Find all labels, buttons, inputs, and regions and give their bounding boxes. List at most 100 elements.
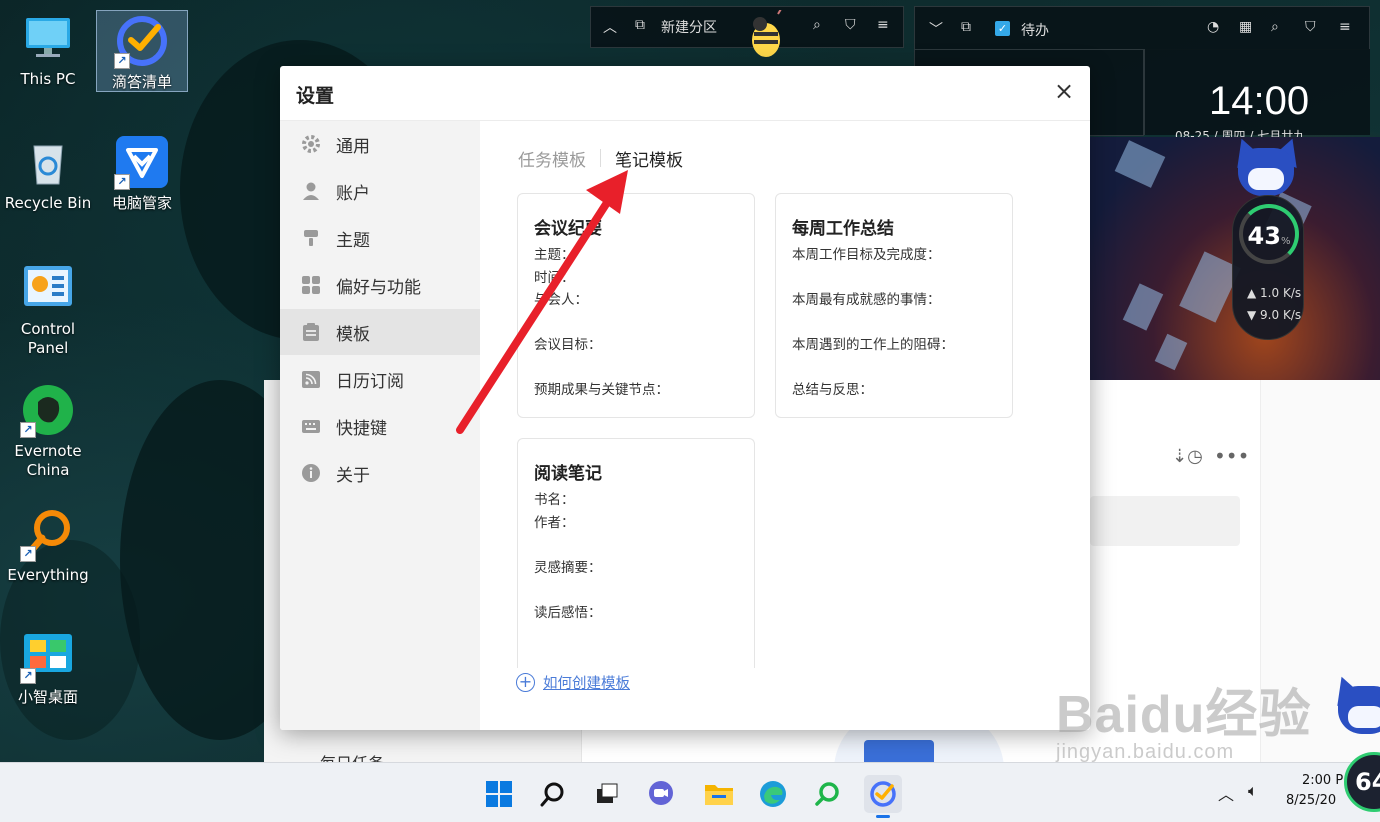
calendar-icon[interactable]: ▦ (1239, 19, 1252, 35)
recycle-bin-icon (22, 136, 74, 188)
nav-item-general[interactable]: 通用 (280, 121, 480, 167)
tray-date[interactable]: 8/25/20 (1286, 793, 1336, 808)
todo-title: 待办 (1021, 23, 1049, 39)
menu-icon[interactable]: ≡ (877, 17, 889, 33)
template-line (792, 267, 954, 290)
start-icon[interactable] (480, 775, 518, 813)
monitor-icon (22, 12, 74, 64)
close-icon[interactable]: × (1052, 79, 1076, 104)
template-line: 灵感摘要： (534, 559, 602, 576)
nav-item-preferences[interactable]: 偏好与功能 (280, 262, 480, 308)
desktop-icon-label: 滴答清单 (111, 73, 172, 91)
desktop-icon-recycle-bin[interactable]: Recycle Bin (2, 132, 94, 213)
clock-time: 14:00 (1209, 79, 1310, 123)
network-speed-widget[interactable]: 43% ▲ 1.0 K/s ▼ 9.0 K/s (1232, 195, 1304, 340)
xiaozhi-desktop-icon: ↗ (20, 630, 74, 684)
template-line: 作者： (534, 514, 575, 531)
desktop-icon-evernote[interactable]: ↗ Evernote China (2, 380, 94, 480)
gear-icon (300, 133, 322, 155)
shortcut-arrow-icon: ↗ (114, 174, 130, 190)
info-icon (300, 462, 322, 484)
nav-label: 偏好与功能 (336, 277, 421, 298)
ticktick-icon[interactable] (864, 775, 902, 813)
template-card-body: 本周工作目标及完成度： 本周最有成就感的事情： 本周遇到的工作上的阻碍： 总结与… (792, 244, 954, 402)
taskbar: ︿ 🔈︎ 2:00 P 8/25/20 (0, 762, 1380, 822)
settings-dialog: 设置 × 通用 账户 主题 偏好与功能 模板 日历订阅 快捷键 关于 任务模板 … (280, 66, 1090, 730)
volume-icon[interactable]: 🔈︎ (1248, 781, 1258, 801)
search-icon[interactable] (534, 775, 572, 813)
desktop-icon-label: Recycle Bin (4, 194, 92, 212)
desktop-icon-this-pc[interactable]: This PC (2, 8, 94, 89)
sort-icon[interactable]: ⇣◷ (1172, 446, 1203, 467)
template-card-reading-notes[interactable]: 阅读笔记 书名： 作者： 灵感摘要： 读后感悟： (517, 438, 755, 668)
template-card-weekly-summary[interactable]: 每周工作总结 本周工作目标及完成度： 本周最有成就感的事情： 本周遇到的工作上的… (775, 193, 1013, 418)
desktop-icon-label: 小智桌面 (17, 688, 78, 706)
template-card-title: 每周工作总结 (792, 219, 894, 239)
search-icon[interactable]: ⌕ (1271, 19, 1279, 35)
desktop-icon-everything[interactable]: ↗ Everything (2, 504, 94, 585)
settings-nav: 通用 账户 主题 偏好与功能 模板 日历订阅 快捷键 关于 (280, 121, 480, 730)
ticktick-logo-icon: ↗ (114, 15, 168, 69)
everything-search-icon: ↗ (20, 508, 74, 562)
tab-note-templates[interactable]: 笔记模板 (615, 146, 683, 171)
nav-item-account[interactable]: 账户 (280, 168, 480, 214)
template-line: 会议目标： (534, 337, 602, 353)
edge-icon[interactable] (754, 775, 792, 813)
upload-speed: ▲ 1.0 K/s (1247, 286, 1302, 300)
template-card-title: 阅读笔记 (534, 464, 602, 484)
window-restore-icon[interactable]: ⧉ (961, 19, 971, 35)
user-icon[interactable]: ◔ (1207, 19, 1219, 35)
menu-icon[interactable]: ≡ (1339, 19, 1351, 35)
clock-widget: 14:00 08-25 / 周四 / 七月廿九 (1144, 49, 1370, 143)
how-to-create-template-link[interactable]: + 如何创建模板 (516, 672, 630, 693)
window-restore-icon[interactable]: ⧉ (635, 17, 645, 33)
desktop-icon-label: Control Panel (20, 320, 76, 357)
desktop-icon-pc-manager[interactable]: ↗ 电脑管家 (96, 132, 188, 213)
tray-chevron-up-icon[interactable]: ︿ (1218, 781, 1234, 805)
chevron-down-icon[interactable]: ﹀ (929, 19, 943, 39)
clipboard-icon (300, 321, 322, 343)
desktop-icon-label: Everything (7, 566, 89, 584)
chat-icon[interactable] (642, 775, 680, 813)
task-input-area[interactable] (1090, 496, 1240, 546)
watermark-main: Baidu经验 (1056, 686, 1312, 744)
template-line: 与会人： (534, 292, 588, 308)
template-card-meeting-minutes[interactable]: 会议纪要 主题： 时间： 与会人： 会议目标： 预期成果与关键节点： (517, 193, 755, 418)
tray-time[interactable]: 2:00 P (1302, 773, 1343, 788)
nav-item-theme[interactable]: 主题 (280, 215, 480, 261)
nav-label: 日历订阅 (336, 371, 404, 392)
dialog-title: 设置 (296, 85, 335, 107)
task-view-icon[interactable] (588, 775, 626, 813)
person-icon (300, 180, 322, 202)
template-tabs: 任务模板 笔记模板 (518, 146, 683, 171)
chevron-up-icon[interactable]: ︿ (603, 17, 617, 37)
shirt-icon[interactable]: ⛉ (1305, 19, 1316, 35)
template-card-body: 书名： 作者： 灵感摘要： 读后感悟： (534, 489, 602, 624)
search-icon[interactable]: ⌕ (813, 17, 821, 33)
more-icon[interactable]: ••• (1214, 444, 1249, 468)
desktop-icon-xiaozhi[interactable]: ↗ 小智桌面 (2, 626, 94, 707)
pc-manager-mascot-corner-icon (1326, 671, 1380, 746)
nav-item-about[interactable]: 关于 (280, 450, 480, 496)
template-line: 读后感悟： (534, 604, 602, 621)
file-explorer-icon[interactable] (700, 775, 738, 813)
template-line (534, 579, 602, 602)
desktop-icon-control-panel[interactable]: Control Panel (2, 258, 94, 358)
template-line: 书名： (534, 492, 575, 508)
nav-label: 账户 (336, 183, 370, 204)
search-app-icon[interactable] (808, 775, 846, 813)
tab-task-templates[interactable]: 任务模板 (518, 146, 586, 171)
template-line: 本周最有成就感的事情： (792, 292, 941, 308)
desktop-icon-ticktick[interactable]: ↗ 滴答清单 (96, 10, 188, 92)
nav-item-calendar-subscription[interactable]: 日历订阅 (280, 356, 480, 402)
shortcut-arrow-icon: ↗ (20, 422, 36, 438)
partition-title: 新建分区 (661, 20, 717, 36)
template-line: 本周工作目标及完成度： (792, 247, 941, 263)
template-line (534, 357, 669, 380)
nav-item-templates[interactable]: 模板 (280, 309, 480, 355)
shortcut-arrow-icon: ↗ (114, 53, 130, 69)
shirt-icon[interactable]: ⛉ (845, 17, 856, 33)
active-app-indicator (876, 815, 890, 818)
nav-item-shortcuts[interactable]: 快捷键 (280, 403, 480, 449)
template-line: 主题： (534, 247, 575, 263)
